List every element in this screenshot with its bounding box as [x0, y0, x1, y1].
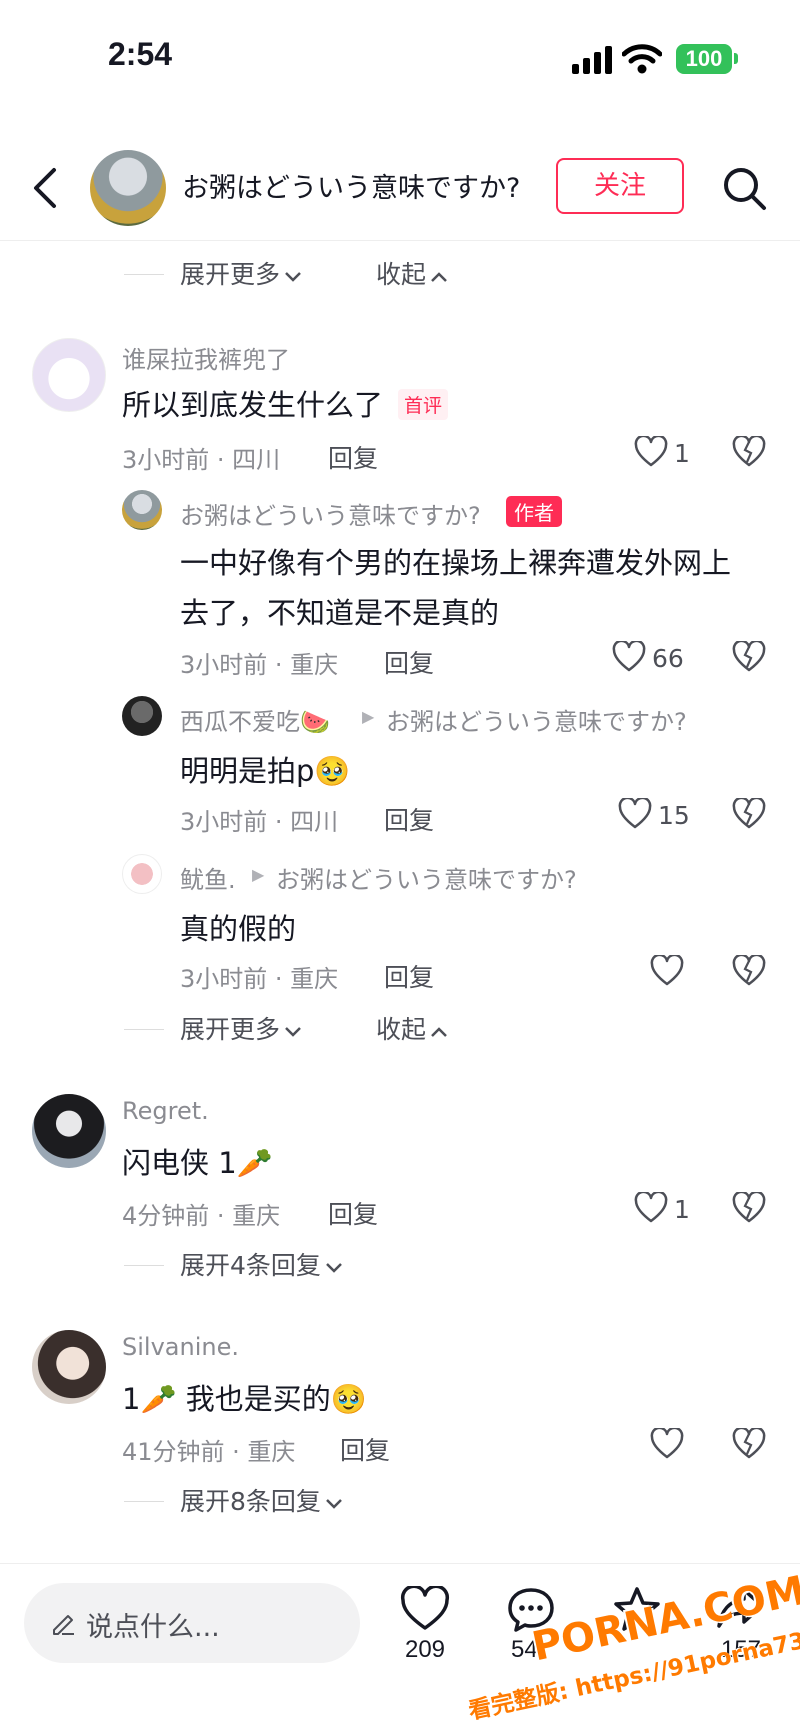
author-avatar[interactable] [90, 150, 166, 226]
chevron-down-icon [285, 1027, 301, 1037]
search-icon[interactable] [722, 166, 768, 212]
reply-avatar[interactable] [122, 696, 162, 736]
reply-to-username[interactable]: お粥はどういう意味ですか? [276, 860, 577, 895]
reply-username[interactable]: 西瓜不爱吃🍉 [180, 702, 330, 737]
wifi-icon [622, 44, 662, 74]
chevron-up-icon [431, 1027, 447, 1037]
divider-line [124, 1265, 164, 1266]
reply-to-username[interactable]: お粥はどういう意味ですか? [386, 702, 687, 737]
reply-text-line1[interactable]: 一中好像有个男的在操场上裸奔遭发外网上 [180, 540, 731, 582]
like-count: 1 [674, 1195, 690, 1224]
comment-meta: 41分钟前 · 重庆 [122, 1438, 296, 1466]
comment-meta: 3小时前 · 四川 [122, 446, 281, 474]
expand-more-label: 展开更多 [180, 260, 281, 289]
reply-button[interactable]: 回复 [384, 801, 434, 837]
broken-heart-icon[interactable] [732, 436, 766, 468]
comment-username[interactable]: Silvanine. [122, 1333, 239, 1361]
divider-line [124, 274, 164, 275]
comment-username[interactable]: Regret. [122, 1097, 209, 1125]
like-count: 15 [658, 801, 690, 830]
battery-tip [734, 53, 738, 64]
comment-avatar[interactable] [32, 1094, 106, 1168]
expand-more-button[interactable]: 展开更多 [180, 1010, 302, 1046]
comment-meta: 4分钟前 · 重庆 [122, 1202, 281, 1230]
like-count: 1 [674, 439, 690, 468]
comment-username[interactable]: 谁屎拉我裤兜了 [122, 340, 290, 375]
follow-button[interactable]: 关注 [556, 158, 684, 214]
reply-username[interactable]: 鱿鱼. [180, 860, 236, 895]
heart-icon[interactable] [634, 436, 668, 468]
expand-replies-row: 展开4条回复 [124, 1246, 524, 1286]
reply-to-arrow-icon: ▶ [252, 865, 265, 884]
heart-icon[interactable] [612, 641, 646, 673]
broken-heart-icon[interactable] [732, 641, 766, 673]
chevron-up-icon [431, 272, 447, 282]
comment-text[interactable]: 所以到底发生什么了 [122, 382, 383, 424]
collapse-button[interactable]: 收起 [376, 255, 448, 291]
comment-input-placeholder: 说点什么... [86, 1612, 220, 1643]
reply-button[interactable]: 回复 [384, 958, 434, 994]
like-total: 209 [404, 1636, 446, 1663]
expand-collapse-row: 展开更多 收起 [124, 1010, 524, 1050]
reply-text[interactable]: 真的假的 [180, 906, 296, 948]
reply-button[interactable]: 回复 [340, 1431, 390, 1467]
reply-text[interactable]: 明明是拍p🥹 [180, 748, 351, 790]
divider-line [124, 1029, 164, 1030]
back-arrow-icon[interactable] [30, 166, 60, 210]
comment-input[interactable]: 说点什么... [24, 1583, 360, 1663]
expand-replies-button[interactable]: 展开4条回复 [180, 1246, 343, 1282]
reply-username[interactable]: お粥はどういう意味ですか? [180, 496, 481, 531]
reply-button[interactable]: 回复 [328, 1195, 378, 1231]
reply-button[interactable]: 回复 [328, 439, 378, 475]
author-tag: 作者 [506, 496, 562, 527]
heart-icon[interactable] [618, 798, 652, 830]
broken-heart-icon[interactable] [732, 798, 766, 830]
status-time: 2:54 [108, 36, 173, 72]
comment-text[interactable]: 闪电侠 1🥕 [122, 1140, 273, 1182]
first-comment-tag: 首评 [398, 389, 449, 420]
comment-avatar[interactable] [32, 1330, 106, 1404]
reply-meta: 3小时前 · 四川 [180, 808, 339, 836]
expand-replies-label: 展开4条回复 [180, 1251, 321, 1280]
reply-meta: 3小时前 · 重庆 [180, 651, 339, 679]
bottom-bar-divider [0, 1563, 800, 1564]
collapse-label: 收起 [376, 260, 427, 289]
reply-avatar[interactable] [122, 490, 162, 530]
collapse-button[interactable]: 收起 [376, 1010, 448, 1046]
comment-avatar[interactable] [32, 338, 106, 412]
like-count: 66 [652, 644, 684, 673]
expand-replies-label: 展开8条回复 [180, 1487, 321, 1516]
comment-text[interactable]: 1🥕 我也是买的🥹 [122, 1376, 367, 1418]
reply-text-line2[interactable]: 去了，不知道是不是真的 [180, 590, 499, 632]
broken-heart-icon[interactable] [732, 1192, 766, 1224]
heart-icon[interactable] [400, 1586, 450, 1632]
reply-avatar[interactable] [122, 854, 162, 894]
expand-more-label: 展开更多 [180, 1015, 281, 1044]
chevron-down-icon [326, 1499, 342, 1509]
collapse-label: 收起 [376, 1015, 427, 1044]
reply-button[interactable]: 回复 [384, 644, 434, 680]
heart-icon[interactable] [634, 1192, 668, 1224]
signal-icon [572, 46, 612, 74]
header-divider [0, 240, 800, 241]
reply-to-arrow-icon: ▶ [362, 707, 375, 726]
expand-collapse-row: 展开更多 收起 [124, 255, 524, 295]
battery-indicator: 100 [676, 44, 732, 74]
expand-replies-button[interactable]: 展开8条回复 [180, 1482, 343, 1518]
reply-meta: 3小时前 · 重庆 [180, 965, 339, 993]
expand-more-button[interactable]: 展开更多 [180, 255, 302, 291]
pencil-icon [53, 1615, 74, 1635]
chevron-down-icon [285, 272, 301, 282]
page-title: お粥はどういう意味ですか? [182, 173, 521, 204]
broken-heart-icon[interactable] [732, 955, 766, 987]
chevron-down-icon [326, 1263, 342, 1273]
heart-icon[interactable] [650, 1428, 684, 1460]
broken-heart-icon[interactable] [732, 1428, 766, 1460]
expand-replies-row: 展开8条回复 [124, 1482, 524, 1522]
divider-line [124, 1501, 164, 1502]
heart-icon[interactable] [650, 955, 684, 987]
